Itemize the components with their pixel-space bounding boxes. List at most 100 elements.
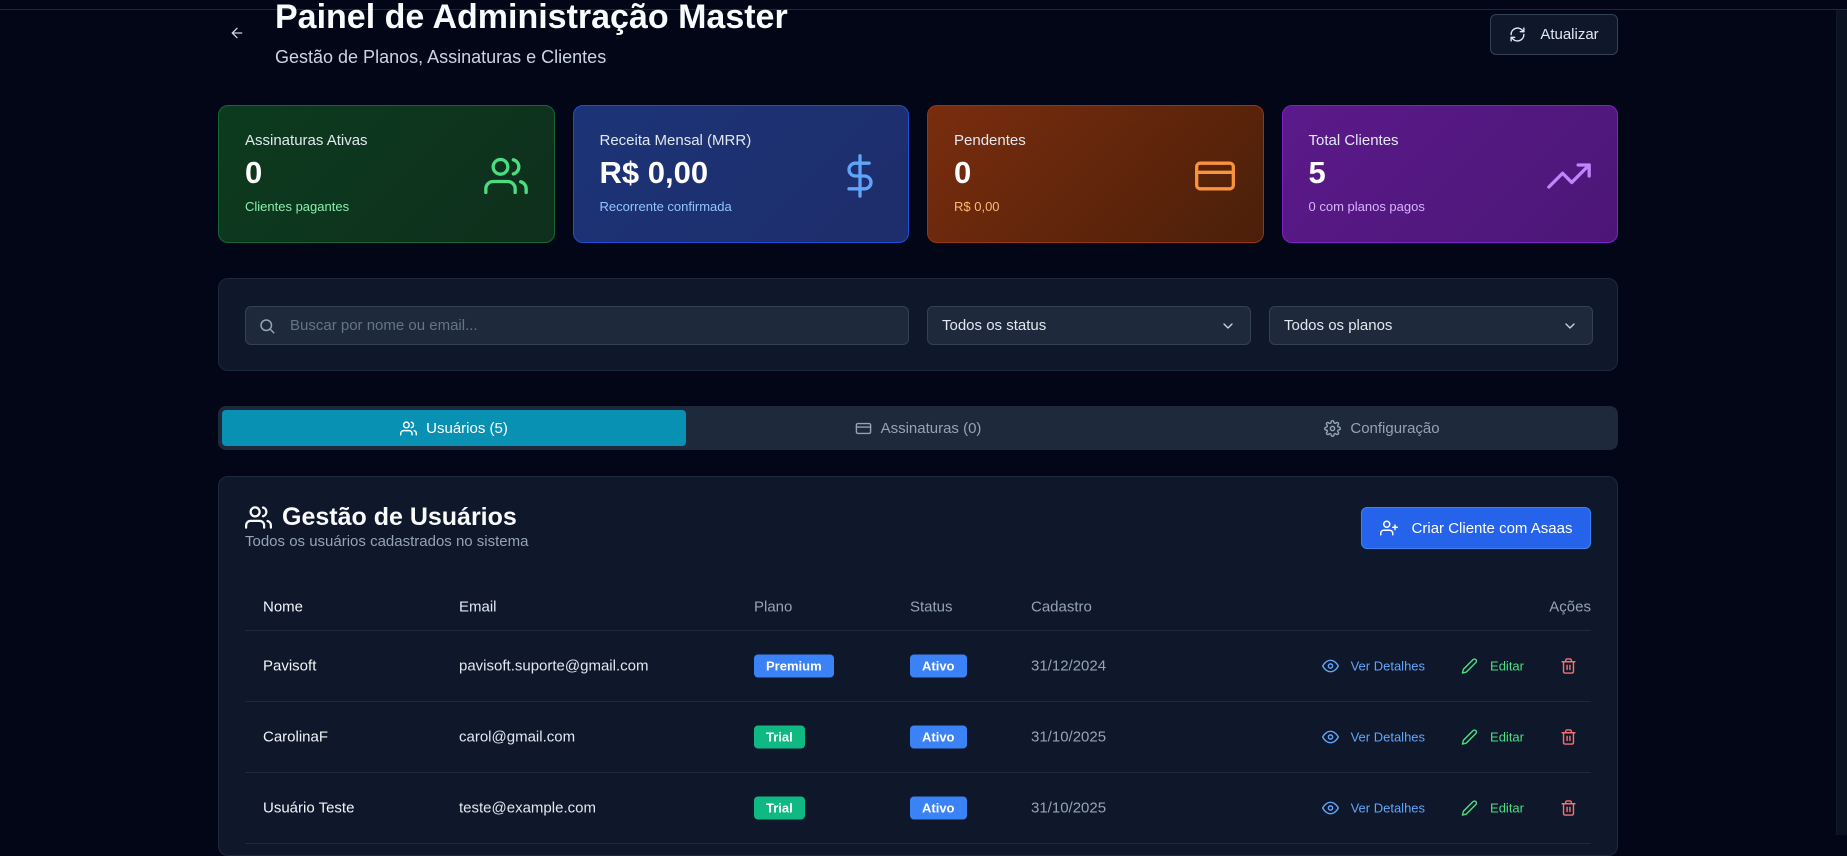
dollar-icon — [838, 154, 882, 198]
credit-card-icon — [1193, 154, 1237, 198]
eye-icon — [1321, 801, 1339, 815]
back-button[interactable] — [226, 22, 248, 44]
user-email: pavisoft.suporte@gmail.com — [459, 657, 649, 675]
view-details-button[interactable]: Ver Detalhes — [1321, 800, 1426, 817]
status-badge-text: Ativo — [910, 796, 967, 820]
edit-button[interactable]: Editar — [1461, 658, 1524, 675]
trash-icon — [1561, 729, 1576, 745]
column-header-email: Email — [459, 598, 497, 615]
gear-icon — [1324, 419, 1342, 437]
tab-subscriptions[interactable]: Assinaturas (0) — [686, 410, 1150, 446]
plan-filter-value: Todos os planos — [1284, 317, 1393, 334]
refresh-button[interactable]: Atualizar — [1490, 14, 1618, 55]
users-icon — [245, 506, 272, 529]
edit-button[interactable]: Editar — [1461, 729, 1524, 746]
page-title: Painel de Administração Master — [275, 0, 788, 36]
tab-label: Assinaturas (0) — [880, 419, 982, 437]
stat-label: Receita Mensal (MRR) — [599, 132, 752, 149]
column-header-actions: Ações — [1549, 598, 1591, 615]
edit-label: Editar — [1490, 658, 1524, 674]
stat-card-active-subscriptions: Assinaturas Ativas 0 Clientes pagantes — [218, 105, 555, 243]
trending-up-icon — [1547, 154, 1591, 198]
edit-label: Editar — [1490, 729, 1524, 745]
arrow-left-icon — [231, 27, 243, 39]
user-email: carol@gmail.com — [459, 728, 576, 746]
users-table: Nome Email Plano Status Cadastro Ações P… — [245, 583, 1591, 844]
tab-bar: Usuários (5) Assinaturas (0) Configuraçã… — [218, 406, 1618, 450]
eye-icon — [1321, 659, 1339, 673]
tab-label: Usuários (5) — [426, 419, 508, 437]
user-plus-icon — [1379, 520, 1398, 536]
column-header-name: Nome — [263, 598, 304, 615]
stat-hint: R$ 0,00 — [954, 199, 1000, 214]
column-header-status: Status — [910, 598, 953, 615]
users-panel: Gestão de Usuários Todos os usuários cad… — [218, 476, 1618, 856]
pencil-icon — [1461, 658, 1478, 674]
row-actions: Ver Detalhes Editar — [1321, 800, 1577, 817]
chevron-down-icon — [1565, 322, 1575, 329]
row-actions: Ver Detalhes Editar — [1321, 729, 1577, 746]
page-scrollbar[interactable] — [1836, 10, 1847, 835]
edit-button[interactable]: Editar — [1461, 800, 1524, 817]
delete-button[interactable] — [1560, 729, 1577, 746]
refresh-icon — [1510, 27, 1525, 42]
trash-icon — [1561, 800, 1576, 816]
user-name: Usuário Teste — [263, 799, 355, 817]
view-details-label: Ver Detalhes — [1350, 800, 1426, 816]
users-icon — [400, 420, 418, 436]
users-panel-subtitle: Todos os usuários cadastrados no sistema — [245, 533, 529, 550]
status-filter-select[interactable]: Todos os status — [927, 306, 1251, 345]
filter-panel: Todos os status Todos os planos — [218, 278, 1618, 371]
column-header-date: Cadastro — [1031, 598, 1092, 615]
plan-badge: Trial — [754, 725, 805, 749]
user-name: CarolinaF — [263, 728, 329, 746]
admin-container: Painel de Administração Master Gestão de… — [218, 0, 1618, 856]
pencil-icon — [1461, 800, 1478, 816]
search-input[interactable] — [288, 316, 892, 335]
plan-badge-text: Trial — [754, 796, 805, 820]
view-details-label: Ver Detalhes — [1350, 729, 1426, 745]
create-client-asaas-button[interactable]: Criar Cliente com Asaas — [1361, 507, 1591, 549]
pencil-icon — [1461, 729, 1478, 745]
users-icon — [483, 154, 528, 198]
delete-button[interactable] — [1560, 658, 1577, 675]
users-panel-title: Gestão de Usuários — [245, 503, 517, 532]
stat-card-total-clients: Total Clientes 5 0 com planos pagos — [1281, 105, 1618, 243]
plan-badge: Premium — [754, 654, 834, 678]
tab-settings[interactable]: Configuração — [1150, 410, 1614, 446]
tab-users[interactable]: Usuários (5) — [222, 410, 686, 446]
user-name: Pavisoft — [263, 657, 317, 675]
view-details-button[interactable]: Ver Detalhes — [1321, 729, 1426, 746]
delete-button[interactable] — [1560, 800, 1577, 817]
table-row: Pavisoft pavisoft.suporte@gmail.com Prem… — [245, 631, 1591, 702]
user-email: teste@example.com — [459, 799, 596, 817]
status-badge-text: Ativo — [910, 725, 967, 749]
status-badge: Ativo — [910, 654, 967, 678]
user-created-date: 31/12/2024 — [1031, 657, 1107, 675]
plan-filter-select[interactable]: Todos os planos — [1269, 306, 1593, 345]
stat-label: Assinaturas Ativas — [245, 132, 368, 149]
view-details-button[interactable]: Ver Detalhes — [1321, 658, 1426, 675]
table-row: CarolinaF carol@gmail.com Trial Ativo 31… — [245, 702, 1591, 773]
stat-hint: 0 com planos pagos — [1308, 199, 1425, 214]
table-header: Nome Email Plano Status Cadastro Ações — [245, 583, 1591, 631]
edit-label: Editar — [1490, 800, 1524, 816]
search-box[interactable] — [245, 306, 909, 345]
eye-icon — [1321, 730, 1339, 744]
user-created-date: 31/10/2025 — [1031, 799, 1107, 817]
status-badge-text: Ativo — [910, 654, 967, 678]
chevron-down-icon — [1223, 322, 1233, 329]
plan-badge-text: Premium — [754, 654, 834, 678]
status-filter-value: Todos os status — [942, 317, 1047, 334]
create-client-label: Criar Cliente com Asaas — [1411, 519, 1573, 537]
page-subtitle: Gestão de Planos, Assinaturas e Clientes — [275, 47, 607, 67]
stat-hint: Clientes pagantes — [245, 199, 350, 214]
tab-label: Configuração — [1350, 419, 1440, 437]
trash-icon — [1561, 658, 1576, 674]
credit-card-icon — [855, 422, 871, 434]
view-details-label: Ver Detalhes — [1350, 658, 1426, 674]
status-badge: Ativo — [910, 796, 967, 820]
status-badge: Ativo — [910, 725, 967, 749]
search-icon — [260, 318, 275, 333]
stat-card-pending: Pendentes 0 R$ 0,00 — [927, 105, 1264, 243]
